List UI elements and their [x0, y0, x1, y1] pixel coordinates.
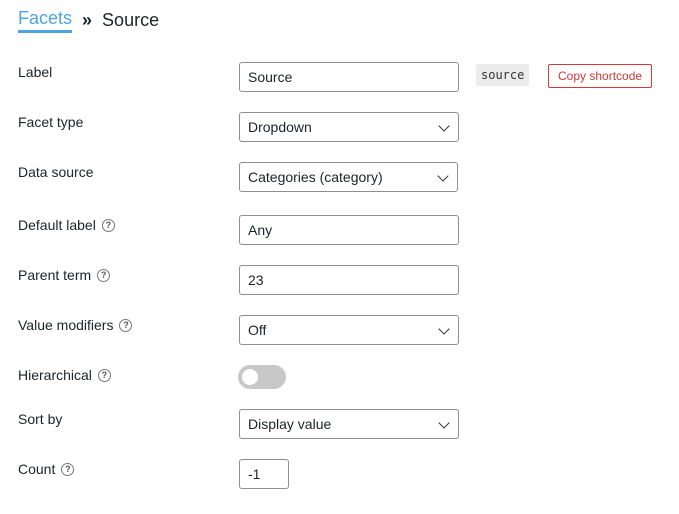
help-icon[interactable]: ?: [101, 218, 115, 232]
value-modifiers-label: Value modifiers ?: [18, 317, 133, 333]
sort-by-label-text: Sort by: [18, 411, 63, 427]
label-input[interactable]: [239, 62, 459, 92]
breadcrumb-current: Source: [102, 10, 160, 30]
row-default-label: Default label ?: [18, 215, 679, 247]
help-icon[interactable]: ?: [61, 462, 75, 476]
row-facet-type: Facet type Dropdown: [18, 112, 679, 144]
value-modifiers-value: Off: [248, 322, 267, 338]
hierarchical-label-text: Hierarchical: [18, 367, 92, 383]
row-hierarchical: Hierarchical ?: [18, 365, 679, 397]
row-label: Label source Copy shortcode: [18, 62, 679, 94]
breadcrumb: Facets » Source: [18, 8, 159, 33]
help-icon[interactable]: ?: [119, 318, 133, 332]
sort-by-label: Sort by: [18, 411, 62, 427]
breadcrumb-facets-link[interactable]: Facets: [18, 8, 73, 33]
row-parent-term: Parent term ?: [18, 265, 679, 297]
toggle-knob: [242, 369, 258, 385]
chevron-down-icon: [438, 417, 450, 429]
data-source-select[interactable]: Categories (category): [239, 162, 458, 192]
facet-type-label-text: Facet type: [18, 114, 84, 130]
count-label-text: Count: [18, 461, 56, 477]
sort-by-select[interactable]: Display value: [239, 409, 459, 439]
data-source-value: Categories (category): [248, 169, 383, 185]
parent-term-input[interactable]: [239, 265, 459, 295]
default-label-label-text: Default label: [18, 217, 96, 233]
row-count: Count ?: [18, 459, 679, 491]
value-modifiers-select[interactable]: Off: [239, 315, 459, 345]
data-source-label-text: Data source: [18, 164, 94, 180]
chevron-down-icon: [438, 323, 450, 335]
count-label: Count ?: [18, 461, 75, 477]
help-icon[interactable]: ?: [97, 268, 111, 282]
parent-term-label: Parent term ?: [18, 267, 111, 283]
row-data-source: Data source Categories (category): [18, 162, 679, 194]
hierarchical-label: Hierarchical ?: [18, 367, 111, 383]
row-value-modifiers: Value modifiers ? Off: [18, 315, 679, 347]
row-sort-by: Sort by Display value: [18, 409, 679, 441]
label-field-label: Label: [18, 64, 52, 80]
default-label-label: Default label ?: [18, 217, 115, 233]
value-modifiers-label-text: Value modifiers: [18, 317, 114, 333]
help-icon[interactable]: ?: [97, 368, 111, 382]
facet-type-value: Dropdown: [248, 119, 312, 135]
label-text: Label: [18, 64, 53, 80]
breadcrumb-separator: »: [82, 10, 93, 30]
sort-by-value: Display value: [248, 416, 332, 432]
facet-type-label: Facet type: [18, 114, 83, 130]
count-input[interactable]: [239, 459, 289, 489]
chevron-down-icon: [437, 170, 449, 182]
facet-type-select[interactable]: Dropdown: [239, 112, 459, 142]
copy-shortcode-button[interactable]: Copy shortcode: [548, 64, 653, 88]
chevron-down-icon: [438, 120, 450, 132]
default-label-input[interactable]: [239, 215, 459, 245]
data-source-label: Data source: [18, 164, 93, 180]
shortcode-name-badge: source: [476, 64, 530, 86]
hierarchical-toggle[interactable]: [238, 365, 286, 389]
parent-term-label-text: Parent term: [18, 267, 92, 283]
